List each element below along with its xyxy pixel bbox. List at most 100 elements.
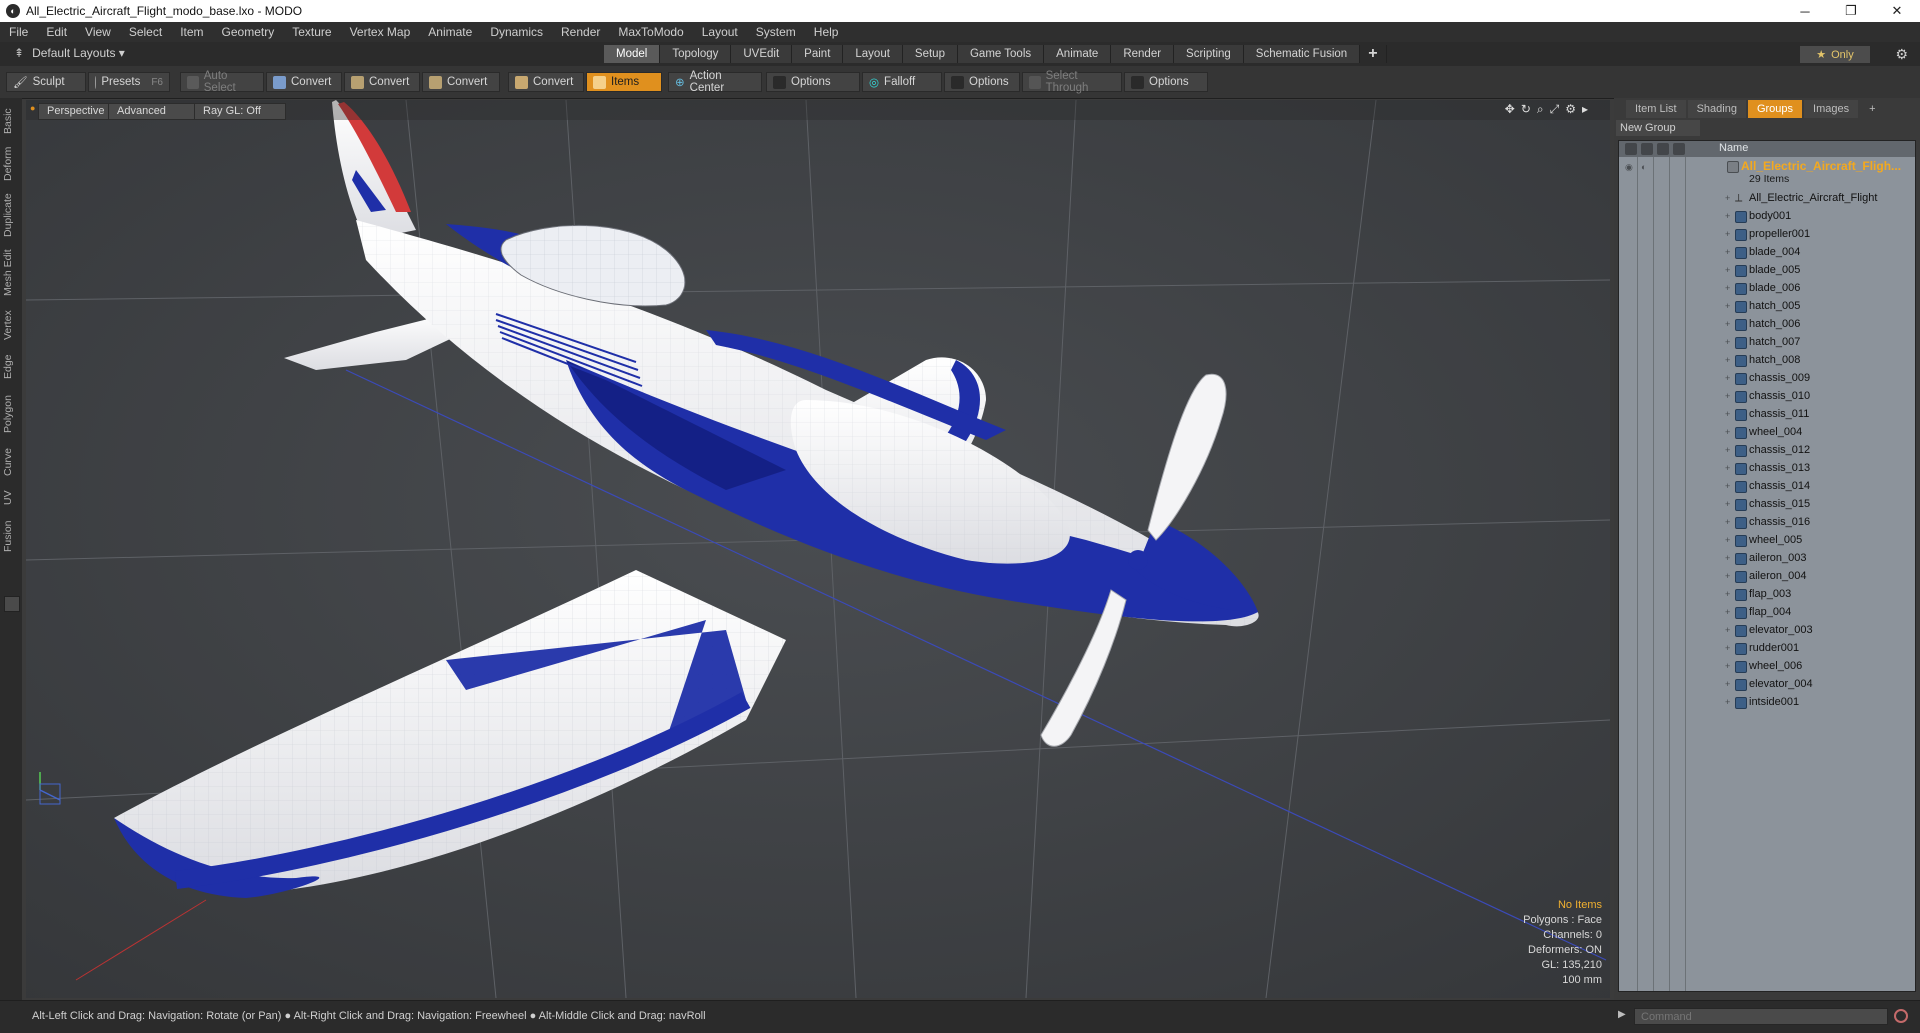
tree-item-row[interactable]: + chassis_015 (1619, 496, 1915, 514)
eye-icon[interactable] (1625, 143, 1637, 155)
auto-select-button[interactable]: Auto Select (180, 70, 264, 94)
tree-item-row[interactable]: + aileron_003 (1619, 550, 1915, 568)
groups-tree[interactable]: Name ◉ ◐ All_Electric_Aircraft_Fligh... 29 … (1618, 140, 1916, 992)
menu-system[interactable]: System (747, 25, 805, 39)
tree-item-row[interactable]: + chassis_009 (1619, 370, 1915, 388)
select-through-button[interactable]: Select Through (1022, 70, 1122, 94)
tab-scripting[interactable]: Scripting (1174, 45, 1244, 63)
menu-animate[interactable]: Animate (419, 25, 481, 39)
command-input[interactable] (1634, 1008, 1888, 1025)
close-button[interactable]: ✕ (1874, 0, 1920, 22)
visibility-toggle[interactable]: ◉ (1625, 162, 1633, 173)
tab-render[interactable]: Render (1111, 45, 1175, 63)
tree-item-row[interactable]: + chassis_013 (1619, 460, 1915, 478)
group-row[interactable]: ◉ ◐ All_Electric_Aircraft_Fligh... 29 Items (1619, 158, 1915, 188)
new-group-button[interactable]: New Group (1616, 120, 1700, 136)
viewport-nav-icons[interactable]: ✥↻⌕⤢⚙▸ (1505, 102, 1594, 117)
menu-file[interactable]: File (0, 25, 37, 39)
tree-item-row[interactable]: + blade_005 (1619, 262, 1915, 280)
falloff-button[interactable]: ◎ Falloff (862, 72, 942, 92)
gear-icon[interactable]: ⚙ (1895, 46, 1908, 63)
tree-item-row[interactable]: + blade_004 (1619, 244, 1915, 262)
tab-paint[interactable]: Paint (792, 45, 844, 63)
palette-tab-basic[interactable]: Basic (2, 104, 20, 138)
layout-selector[interactable]: ⇞ Default Layouts ▾ (14, 46, 125, 60)
menu-vertex-map[interactable]: Vertex Map (341, 25, 420, 39)
tab-model[interactable]: Model (604, 45, 661, 63)
menu-select[interactable]: Select (120, 25, 171, 39)
menu-dynamics[interactable]: Dynamics (481, 25, 552, 39)
tab-schematic-fusion[interactable]: Schematic Fusion (1243, 45, 1361, 63)
menu-item[interactable]: Item (171, 25, 212, 39)
falloff-options-button[interactable]: Options (944, 72, 1020, 92)
tree-item-row[interactable]: + body001 (1619, 208, 1915, 226)
palette-tab-deform[interactable]: Deform (2, 144, 20, 184)
convert-vertices-button[interactable]: Convert (266, 72, 342, 92)
tree-item-row[interactable]: + aileron_004 (1619, 568, 1915, 586)
sculpt-button[interactable]: 🖌 Sculpt (6, 72, 86, 92)
tree-item-row[interactable]: + hatch_005 (1619, 298, 1915, 316)
tree-item-row[interactable]: + rudder001 (1619, 640, 1915, 658)
tree-item-row[interactable]: + wheel_006 (1619, 658, 1915, 676)
tab-images[interactable]: Images (1804, 100, 1859, 118)
menu-geometry[interactable]: Geometry (213, 25, 284, 39)
tree-item-row[interactable]: + blade_006 (1619, 280, 1915, 298)
presets-button[interactable]: Presets F6 (88, 72, 170, 92)
tree-item-row[interactable]: + elevator_003 (1619, 622, 1915, 640)
tree-item-row[interactable]: + elevator_004 (1619, 676, 1915, 694)
tree-item-row[interactable]: + wheel_004 (1619, 424, 1915, 442)
lock-icon[interactable] (1641, 143, 1653, 155)
tab-game-tools[interactable]: Game Tools (957, 45, 1045, 63)
action-center-button[interactable]: ⊕ Action Center (668, 70, 762, 94)
tree-item-row[interactable]: + intside001 (1619, 694, 1915, 712)
palette-tab-mesh-edit[interactable]: Mesh Edit (2, 246, 20, 300)
palette-tab-fusion[interactable]: Fusion (2, 516, 20, 556)
lock-toggle[interactable]: ◐ (1641, 162, 1646, 172)
tree-item-row[interactable]: + chassis_012 (1619, 442, 1915, 460)
maximize-button[interactable]: ❐ (1828, 0, 1874, 22)
viewport-menu-icon[interactable]: ● (30, 103, 35, 113)
tree-item-row[interactable]: + chassis_014 (1619, 478, 1915, 496)
minimize-button[interactable]: ─ (1782, 0, 1828, 22)
palette-tab-polygon[interactable]: Polygon (2, 390, 20, 438)
tree-item-row[interactable]: + ⟂ All_Electric_Aircraft_Flight (1619, 190, 1915, 208)
tab-setup[interactable]: Setup (902, 45, 958, 63)
tab-layout[interactable]: Layout (843, 45, 903, 63)
tree-item-row[interactable]: + chassis_010 (1619, 388, 1915, 406)
tree-item-row[interactable]: + hatch_006 (1619, 316, 1915, 334)
tab-groups[interactable]: Groups (1747, 100, 1803, 118)
tree-item-row[interactable]: + flap_003 (1619, 586, 1915, 604)
3d-viewport[interactable]: ● Perspective Advanced Ray GL: Off ✥↻⌕⤢⚙… (26, 100, 1610, 998)
palette-tab-curve[interactable]: Curve (2, 444, 20, 480)
tree-item-row[interactable]: + hatch_008 (1619, 352, 1915, 370)
convert-polygons-button[interactable]: Convert (422, 72, 500, 92)
viewport-scene[interactable] (26, 100, 1610, 998)
shading-mode-button[interactable]: Advanced (108, 103, 196, 120)
only-button[interactable]: ★ Only (1800, 46, 1870, 63)
tree-item-row[interactable]: + flap_004 (1619, 604, 1915, 622)
select-through-options-button[interactable]: Options (1124, 72, 1208, 92)
menu-render[interactable]: Render (552, 25, 609, 39)
menu-help[interactable]: Help (805, 25, 848, 39)
add-tab-button[interactable]: + (1360, 45, 1387, 63)
menu-edit[interactable]: Edit (37, 25, 76, 39)
menu-maxtomodo[interactable]: MaxToModo (609, 25, 692, 39)
tree-item-row[interactable]: + chassis_016 (1619, 514, 1915, 532)
menu-view[interactable]: View (76, 25, 120, 39)
palette-toggle-button[interactable] (4, 596, 20, 612)
select-icon[interactable] (1657, 143, 1669, 155)
items-mode-button[interactable]: Items (586, 72, 662, 92)
raygl-button[interactable]: Ray GL: Off (194, 103, 286, 120)
tab-animate[interactable]: Animate (1044, 45, 1112, 63)
tree-item-row[interactable]: + propeller001 (1619, 226, 1915, 244)
convert-edges-button[interactable]: Convert (344, 72, 420, 92)
tab-uvedit[interactable]: UVEdit (731, 45, 793, 63)
menu-layout[interactable]: Layout (693, 25, 747, 39)
command-expand-icon[interactable]: ▶ (1618, 1009, 1626, 1020)
render-icon[interactable] (1673, 143, 1685, 155)
record-icon[interactable] (1894, 1009, 1908, 1023)
tree-item-row[interactable]: + wheel_005 (1619, 532, 1915, 550)
tab-topology[interactable]: Topology (660, 45, 732, 63)
action-center-options-button[interactable]: Options (766, 72, 860, 92)
menu-texture[interactable]: Texture (283, 25, 340, 39)
